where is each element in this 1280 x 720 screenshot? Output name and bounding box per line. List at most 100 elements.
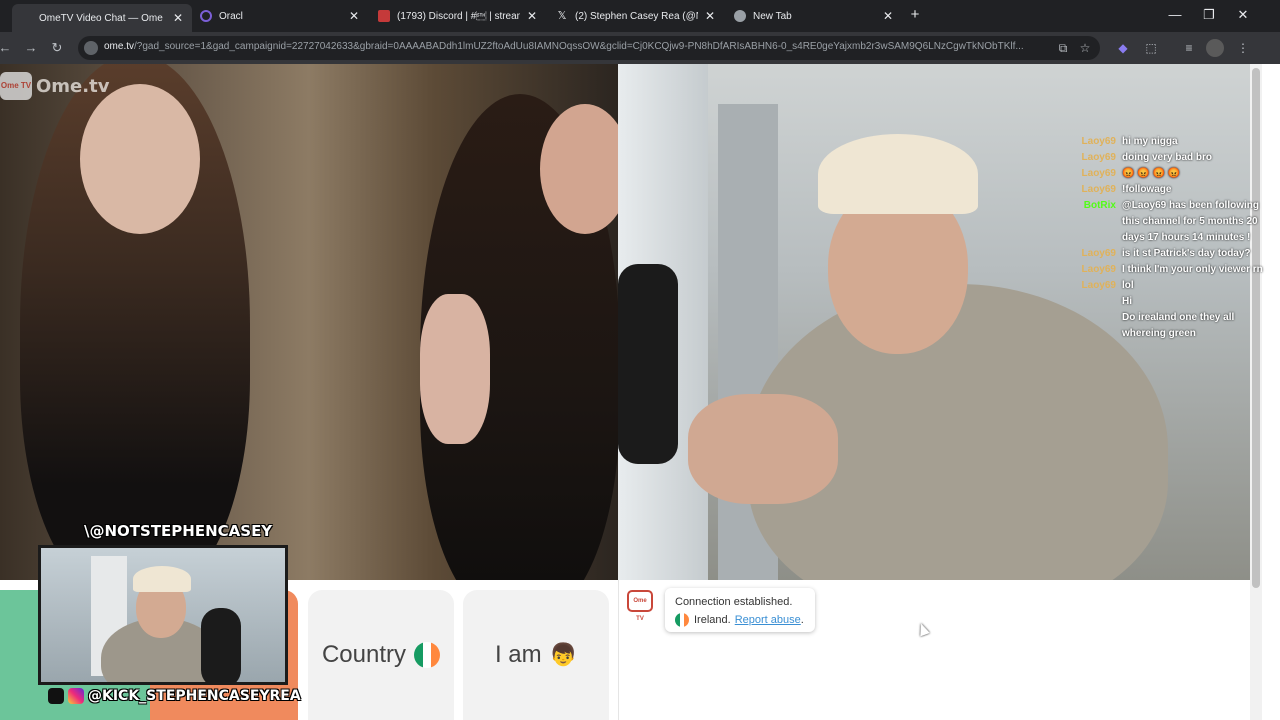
chat-text: !followage: [1122, 184, 1172, 195]
close-tab-icon[interactable]: ✕: [704, 9, 716, 23]
country-filter-button[interactable]: Country: [308, 590, 454, 720]
close-tab-icon[interactable]: ✕: [882, 9, 894, 23]
chat-text: I think I'm your only viewer rn: [1122, 264, 1263, 275]
ometv-page: Ome TV Ome.tv Laoy69 hi my nigga Laoy69 do…: [0, 64, 1280, 720]
partner-country: Ireland.: [694, 614, 731, 626]
close-tab-icon[interactable]: ✕: [526, 9, 538, 23]
browser-tab-strip: OmeTV Video Chat — Ome ✕ Oracl ✕ (1793) …: [0, 0, 1280, 32]
install-app-icon[interactable]: ⧉: [1054, 39, 1072, 57]
x-logo-icon: 𝕏: [557, 10, 567, 22]
report-abuse-link[interactable]: Report abuse: [735, 611, 801, 629]
system-message: Connection established. Ireland. Report …: [665, 588, 815, 632]
instagram-icon: [68, 688, 84, 704]
chat-username: Laoy69: [1081, 248, 1116, 259]
report-suffix: .: [800, 614, 804, 626]
chrome-favicon-icon: [734, 10, 746, 22]
chat-message: Do irealand one they all whereing green: [1072, 310, 1268, 342]
streamer-handle-bottom: @KICK_STEPHENCASEYREA: [48, 688, 301, 704]
chat-message: Laoy69 I think I'm your only viewer rn: [1072, 262, 1268, 278]
hand-gesture: [420, 294, 490, 444]
chat-message: Laoy69 !followage: [1072, 182, 1268, 198]
stranger-video: Ome TV Ome.tv: [0, 64, 618, 580]
tab-oracl[interactable]: Oracl ✕: [192, 4, 368, 28]
tab-title: Oracl: [219, 10, 243, 22]
menu-kebab-icon[interactable]: ⋮: [1234, 39, 1252, 57]
chat-text: hi my nigga: [1122, 136, 1178, 147]
close-tab-icon[interactable]: ✕: [172, 11, 184, 25]
chat-message: Laoy69 is it st Patrick's day today?: [1072, 246, 1268, 262]
tab-title: (1793) Discord | # | stream-a: [397, 10, 520, 22]
gender-filter-button[interactable]: I am 👦: [463, 590, 609, 720]
media-control-icon[interactable]: ≡: [1180, 39, 1198, 57]
chat-message: BotRix @Laoy69 has been following this ch…: [1072, 198, 1268, 246]
chat-text: doing very bad bro: [1122, 152, 1213, 163]
site-info-icon[interactable]: [84, 41, 98, 55]
tiktok-icon: [48, 688, 64, 704]
chat-message: Laoy69 doing very bad bro: [1072, 150, 1268, 166]
chat-username: [1072, 294, 1116, 310]
url-text[interactable]: ome.tv/?gad_source=1&gad_campaignid=2272…: [104, 41, 1044, 52]
restore-icon[interactable]: ❐: [1200, 6, 1218, 24]
ometv-brand-name: Ome.tv: [36, 75, 110, 97]
forward-arrow-icon[interactable]: →: [22, 39, 40, 57]
window-close-icon[interactable]: ✕: [1234, 6, 1252, 24]
chat-text: is it st Patrick's day today?: [1122, 248, 1251, 259]
tab-x-profile[interactable]: 𝕏 (2) Stephen Casey Rea (@NotSt ✕: [548, 4, 724, 28]
chat-text: Hi: [1122, 296, 1132, 307]
country-filter-label: Country: [321, 641, 407, 668]
discord-favicon-icon: [378, 10, 390, 22]
url-path: /?gad_source=1&gad_campaignid=2272704263…: [134, 41, 1024, 52]
text-chat-panel[interactable]: Ome TV Connection established. Ireland. …: [618, 580, 1242, 720]
chat-username: BotRix: [1083, 200, 1116, 211]
url-host: ome.tv: [104, 41, 135, 52]
chat-text: 😡 😡 😡 😡: [1122, 168, 1181, 179]
chat-username: Laoy69: [1081, 264, 1116, 275]
browser-toolbar: ← → ↻ ome.tv/?gad_source=1&gad_campaigni…: [0, 32, 1280, 64]
kick-handle-text: @KICK_STEPHENCASEYREA: [88, 688, 301, 704]
new-tab-plus-icon[interactable]: +: [906, 6, 924, 24]
tab-title: (2) Stephen Casey Rea (@NotSt: [575, 10, 698, 22]
chat-username: Laoy69: [1081, 152, 1116, 163]
chat-username: Laoy69: [1081, 136, 1116, 147]
cam-cap: [133, 566, 191, 592]
stream-chat-overlay: Laoy69 hi my nigga Laoy69 doing very bad b…: [1072, 134, 1268, 342]
minimize-icon[interactable]: —: [1166, 6, 1184, 24]
chat-username: [1072, 310, 1116, 342]
chat-message: Laoy69 hi my nigga: [1072, 134, 1268, 150]
chat-message: Hi: [1072, 294, 1268, 310]
streamer-webcam-overlay: [38, 545, 288, 685]
ireland-flag-small-icon: [675, 613, 689, 627]
back-arrow-icon[interactable]: ←: [0, 39, 14, 57]
ireland-flag-icon: [414, 642, 441, 668]
profile-avatar[interactable]: [1206, 39, 1224, 57]
ometv-logo-badge-icon: Ome TV: [0, 72, 32, 100]
connection-status: Connection established.: [675, 596, 793, 608]
reload-icon[interactable]: ↻: [48, 39, 66, 57]
partner-country-row: Ireland. Report abuse.: [675, 611, 805, 629]
streamer-handle-top: \@NOTSTEPHENCASEY: [84, 522, 273, 540]
cam-microphone: [201, 608, 241, 682]
close-tab-icon[interactable]: ✕: [348, 9, 360, 23]
chat-username: Laoy69: [1081, 168, 1116, 179]
chat-text: lol: [1122, 280, 1134, 291]
bookmark-star-icon[interactable]: ☆: [1076, 39, 1094, 57]
gender-filter-label: I am: [494, 641, 542, 668]
tab-ometv[interactable]: OmeTV Video Chat — Ome ✕: [12, 4, 192, 32]
ometv-logo[interactable]: Ome TV Ome.tv: [0, 72, 109, 100]
tab-new-tab[interactable]: New Tab ✕: [726, 4, 902, 28]
extensions-puzzle-icon[interactable]: ⬚: [1142, 39, 1160, 57]
boy-emoji-icon: 👦: [549, 642, 578, 667]
chat-text: @Laoy69 has been following this channel …: [1122, 200, 1259, 243]
ometv-favicon-icon: [20, 12, 32, 24]
oracle-favicon-icon: [200, 10, 212, 22]
tab-discord[interactable]: (1793) Discord | # | stream-a ✕: [370, 4, 546, 28]
tab-title: New Tab: [753, 10, 792, 22]
ometv-system-icon: Ome TV: [627, 590, 653, 622]
extension-purple-icon[interactable]: ◆: [1114, 39, 1132, 57]
address-bar[interactable]: ome.tv/?gad_source=1&gad_campaignid=2272…: [78, 36, 1100, 60]
chat-username: Laoy69: [1081, 184, 1116, 195]
chat-text: Do irealand one they all whereing green: [1122, 312, 1235, 339]
chat-message: Laoy69 lol: [1072, 278, 1268, 294]
chat-username: Laoy69: [1081, 280, 1116, 291]
chat-message: Laoy69 😡 😡 😡 😡: [1072, 166, 1268, 182]
